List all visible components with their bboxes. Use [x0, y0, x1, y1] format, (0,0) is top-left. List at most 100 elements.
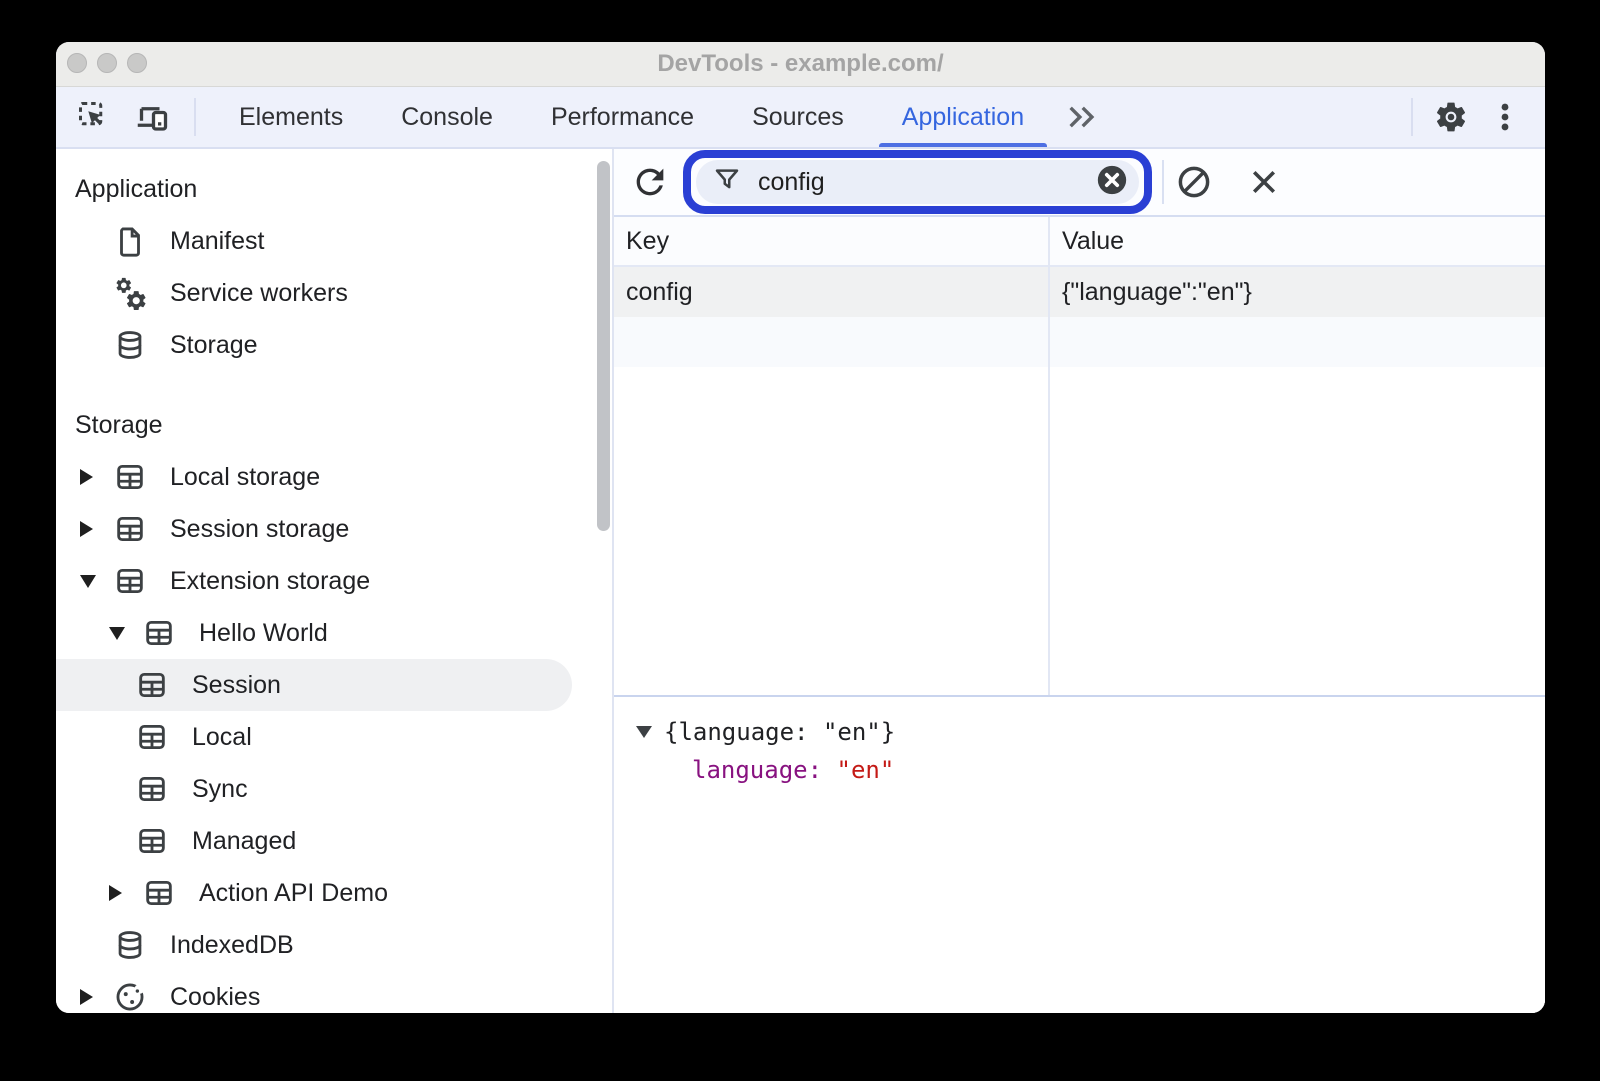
- sidebar-item-hello-world[interactable]: Hello World: [56, 607, 612, 659]
- sidebar-item-local[interactable]: Local: [56, 711, 612, 763]
- cell-value[interactable]: {"language":"en"}: [1048, 278, 1545, 307]
- sidebar-item-service-workers[interactable]: Service workers: [56, 267, 612, 319]
- sidebar-item-label: Session: [192, 671, 281, 700]
- minimize-window-button[interactable]: [97, 53, 117, 73]
- sidebar-item-label: IndexedDB: [170, 931, 294, 960]
- preview-root-text: {language: "en"}: [664, 713, 895, 751]
- sidebar-item-label: Service workers: [170, 279, 348, 308]
- sidebar-section-storage: Storage: [56, 399, 612, 451]
- chevron-right-icon[interactable]: [105, 885, 141, 901]
- table-icon: [134, 719, 170, 755]
- sidebar-item-label: Session storage: [170, 515, 349, 544]
- clear-filter-icon[interactable]: [1095, 163, 1129, 202]
- tab-performance[interactable]: Performance: [522, 87, 723, 147]
- sidebar-item-manifest[interactable]: Manifest: [56, 215, 612, 267]
- storage-filter-toolbar: [614, 149, 1545, 217]
- screen-background: DevTools - example.com/: [0, 0, 1600, 1081]
- sidebar-item-sync[interactable]: Sync: [56, 763, 612, 815]
- sidebar-item-managed[interactable]: Managed: [56, 815, 612, 867]
- table-row-empty[interactable]: [614, 317, 1545, 367]
- table-row[interactable]: config {"language":"en"}: [614, 267, 1545, 317]
- sidebar-item-session[interactable]: Session: [56, 659, 572, 711]
- sidebar-item-indexeddb[interactable]: IndexedDB: [56, 919, 612, 971]
- table-icon: [134, 823, 170, 859]
- sidebar-item-label: Action API Demo: [199, 879, 388, 908]
- database-icon: [112, 927, 148, 963]
- table-icon: [112, 511, 148, 547]
- table-icon: [112, 459, 148, 495]
- toolbar-divider: [194, 98, 196, 136]
- chevron-down-icon[interactable]: [105, 627, 141, 640]
- customize-menu-icon[interactable]: [1483, 95, 1527, 139]
- application-sidebar: Application Manifest: [56, 149, 614, 1013]
- toolbar-divider-right: [1411, 98, 1413, 136]
- close-window-button[interactable]: [67, 53, 87, 73]
- sidebar-section-application: Application: [56, 163, 612, 215]
- preview-property-row[interactable]: language: "en": [636, 751, 1545, 789]
- sidebar-item-label: Hello World: [199, 619, 328, 648]
- devtools-toolbar: Elements Console Performance Sources App…: [56, 87, 1545, 149]
- database-icon: [112, 327, 148, 363]
- refresh-icon[interactable]: [628, 160, 672, 204]
- sidebar-item-label: Sync: [192, 775, 248, 804]
- sidebar-item-storage[interactable]: Storage: [56, 319, 612, 371]
- document-icon: [112, 223, 148, 259]
- traffic-lights: [67, 53, 147, 73]
- zoom-window-button[interactable]: [127, 53, 147, 73]
- cell-key[interactable]: config: [614, 278, 1048, 307]
- filter-input[interactable]: [756, 167, 1095, 198]
- chevron-down-icon[interactable]: [76, 575, 112, 588]
- annotation-highlight-box: [683, 150, 1152, 214]
- service-workers-icon: [112, 275, 148, 311]
- cookie-icon: [112, 979, 148, 1013]
- sidebar-item-label: Local storage: [170, 463, 320, 492]
- chevron-right-icon[interactable]: [76, 469, 112, 485]
- sidebar-item-action-api-demo[interactable]: Action API Demo: [56, 867, 612, 919]
- devtools-window: DevTools - example.com/: [56, 42, 1545, 1013]
- sidebar-scrollbar[interactable]: [597, 161, 610, 531]
- sidebar-item-label: Storage: [170, 331, 258, 360]
- sidebar-item-label: Managed: [192, 827, 296, 856]
- tab-sources[interactable]: Sources: [723, 87, 873, 147]
- sidebar-item-label: Manifest: [170, 227, 264, 256]
- title-bar: DevTools - example.com/: [56, 42, 1545, 87]
- filterbar-divider: [1162, 160, 1164, 204]
- sidebar-item-cookies[interactable]: Cookies: [56, 971, 612, 1013]
- table-header: Key Value: [614, 217, 1545, 267]
- table-icon: [141, 615, 177, 651]
- tab-application[interactable]: Application: [873, 87, 1053, 147]
- panel-tabs: Elements Console Performance Sources App…: [210, 87, 1111, 147]
- chevron-down-icon[interactable]: [636, 726, 652, 738]
- table-icon: [141, 875, 177, 911]
- toggle-device-toolbar-icon[interactable]: [130, 95, 174, 139]
- sidebar-item-label: Cookies: [170, 983, 260, 1012]
- toolbar-right-group: [1411, 87, 1545, 147]
- chevron-right-icon[interactable]: [76, 989, 112, 1005]
- inspect-element-icon[interactable]: [72, 95, 116, 139]
- section-gap: [56, 371, 612, 399]
- column-header-key[interactable]: Key: [614, 227, 1048, 256]
- more-tabs-icon[interactable]: [1053, 87, 1111, 147]
- tab-elements[interactable]: Elements: [210, 87, 372, 147]
- delete-selected-icon[interactable]: [1242, 160, 1286, 204]
- chevron-right-icon[interactable]: [76, 521, 112, 537]
- tab-console[interactable]: Console: [372, 87, 522, 147]
- sidebar-item-extension-storage[interactable]: Extension storage: [56, 555, 612, 607]
- window-title: DevTools - example.com/: [657, 50, 943, 78]
- preview-root-row[interactable]: {language: "en"}: [636, 713, 1545, 751]
- value-preview-pane: {language: "en"} language: "en": [614, 697, 1545, 1013]
- filter-funnel-icon: [712, 165, 742, 200]
- table-icon: [112, 563, 148, 599]
- sidebar-item-label: Extension storage: [170, 567, 370, 596]
- column-resize-handle[interactable]: [1048, 217, 1050, 695]
- clear-all-icon[interactable]: [1172, 160, 1216, 204]
- table-icon: [134, 667, 170, 703]
- sidebar-item-session-storage[interactable]: Session storage: [56, 503, 612, 555]
- devtools-content: Application Manifest: [56, 149, 1545, 1013]
- column-header-value[interactable]: Value: [1048, 227, 1545, 256]
- filter-field[interactable]: [696, 160, 1139, 204]
- sidebar-item-local-storage[interactable]: Local storage: [56, 451, 612, 503]
- settings-gear-icon[interactable]: [1429, 95, 1473, 139]
- json-property-value: "en": [837, 751, 895, 789]
- sidebar-item-label: Local: [192, 723, 252, 752]
